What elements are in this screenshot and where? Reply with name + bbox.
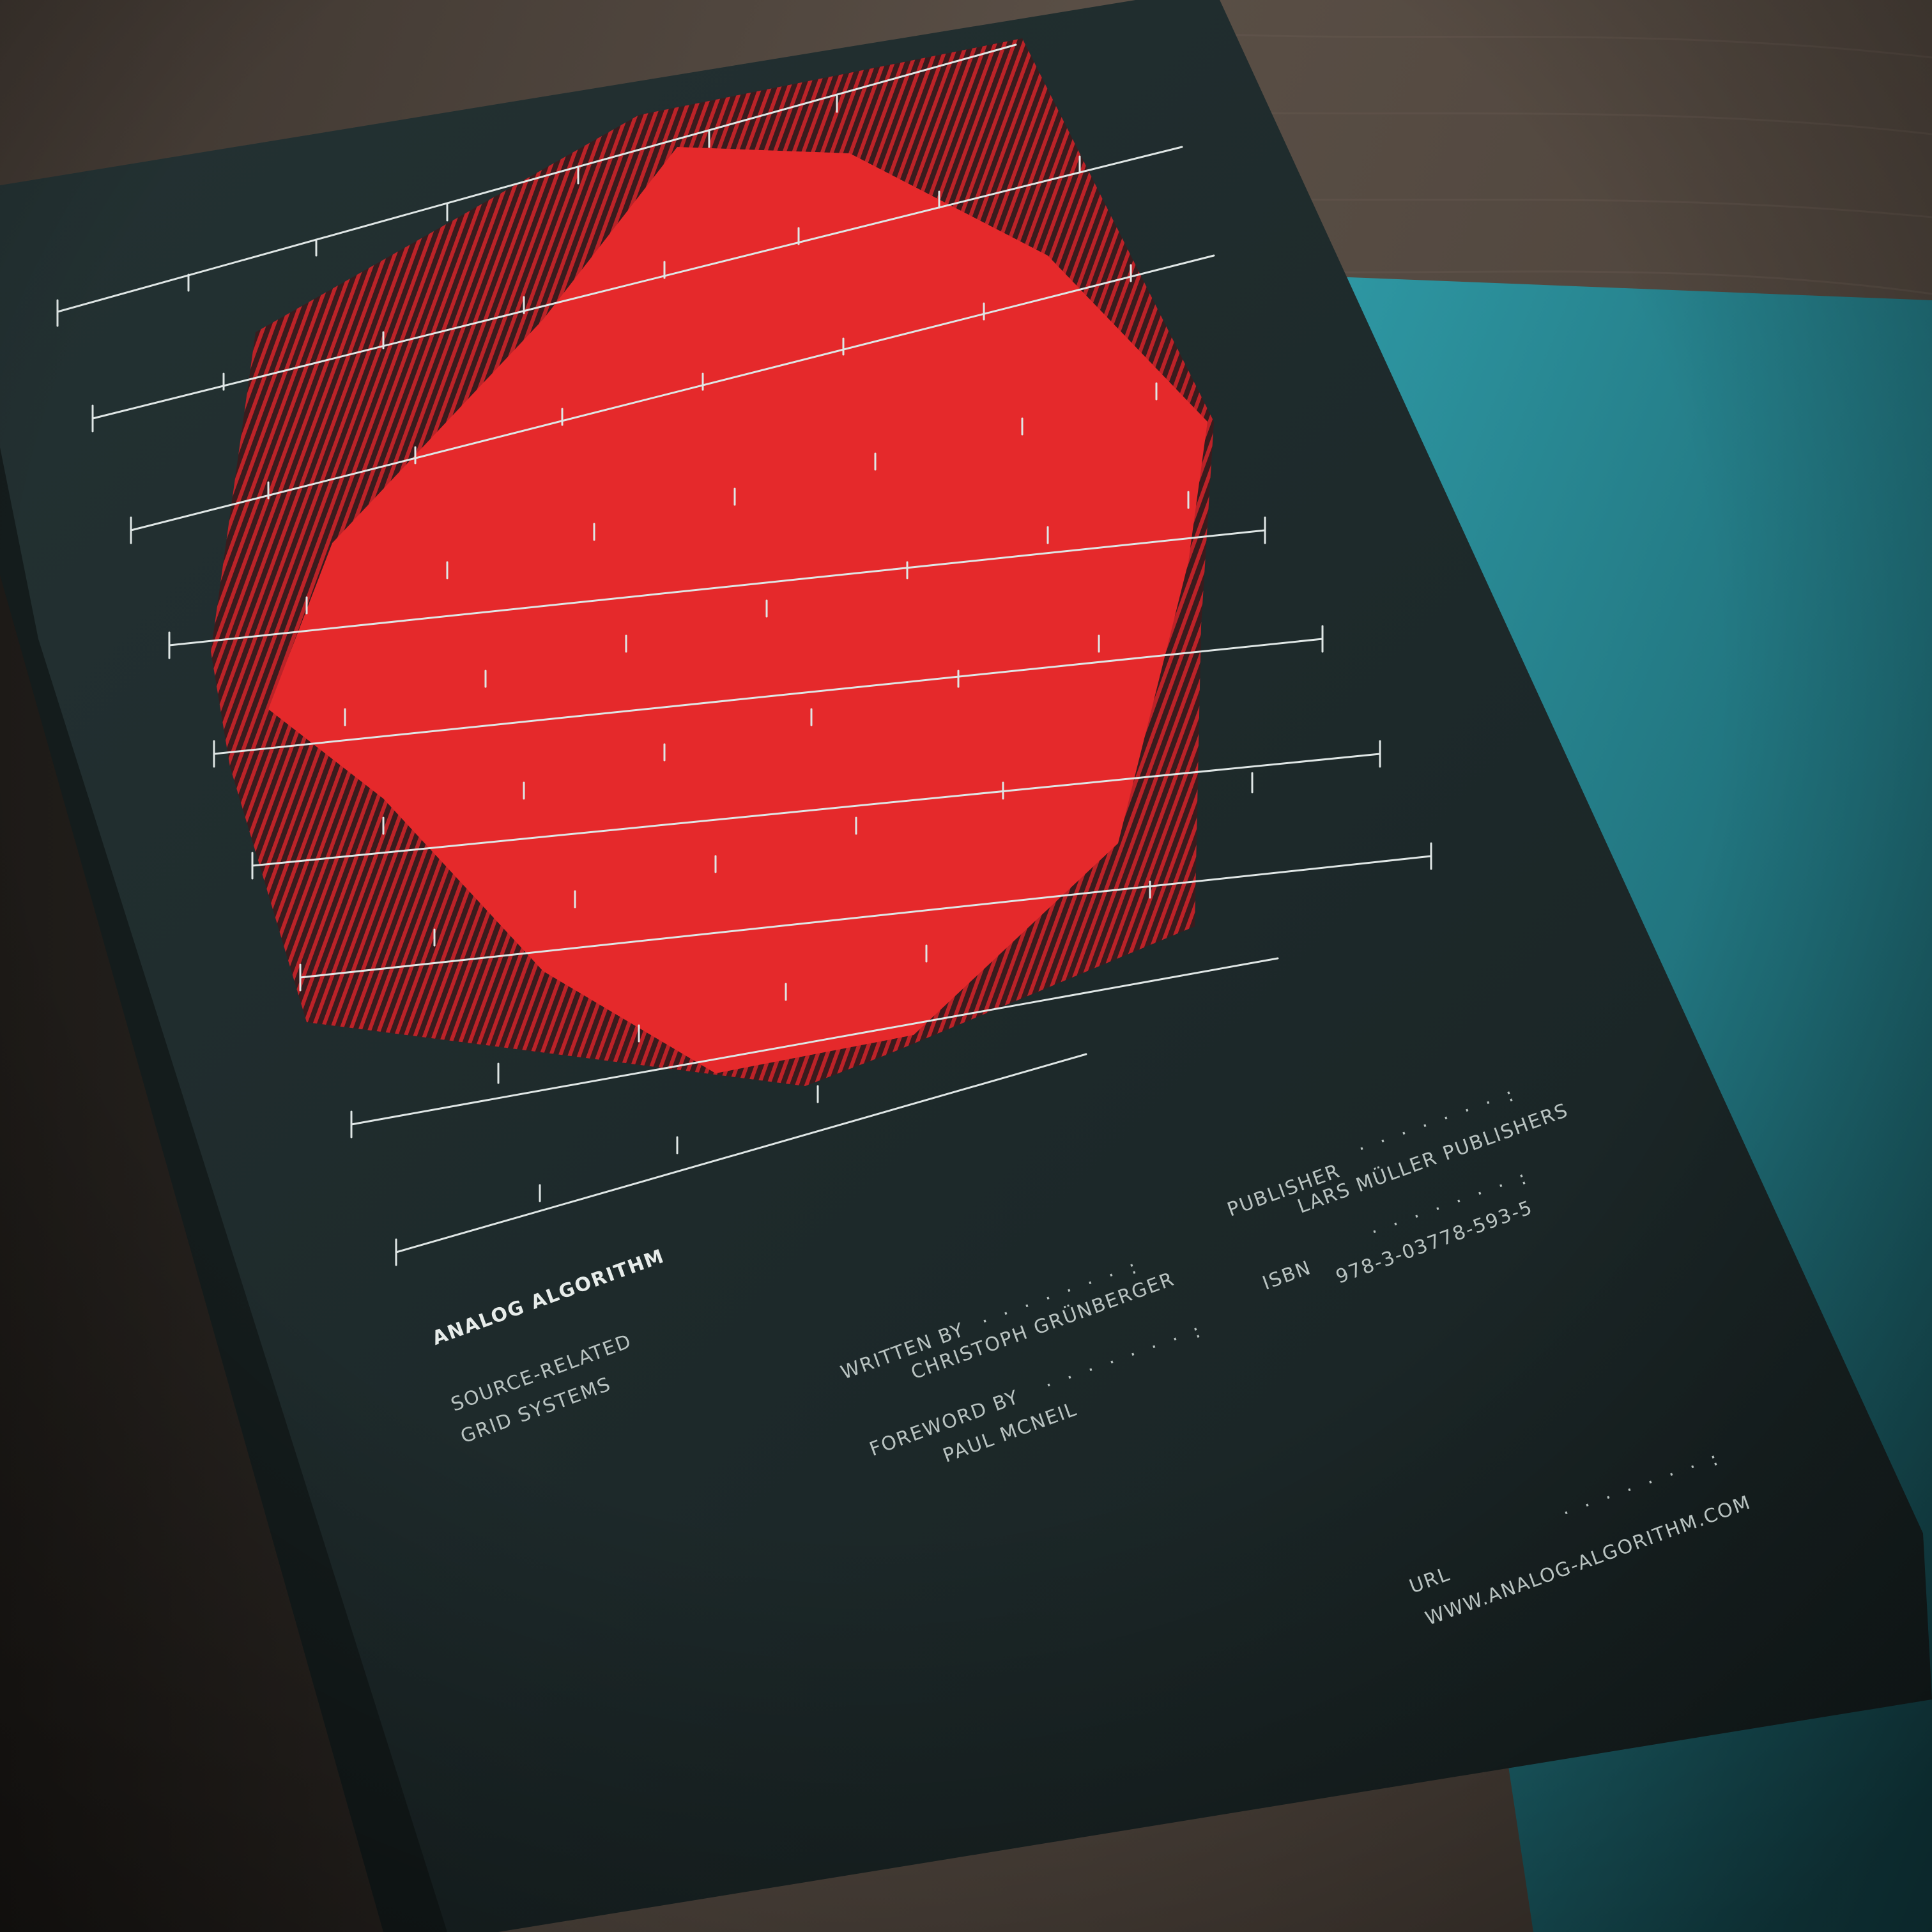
vignette xyxy=(0,0,1932,1932)
photo-scene xyxy=(0,0,1932,1932)
